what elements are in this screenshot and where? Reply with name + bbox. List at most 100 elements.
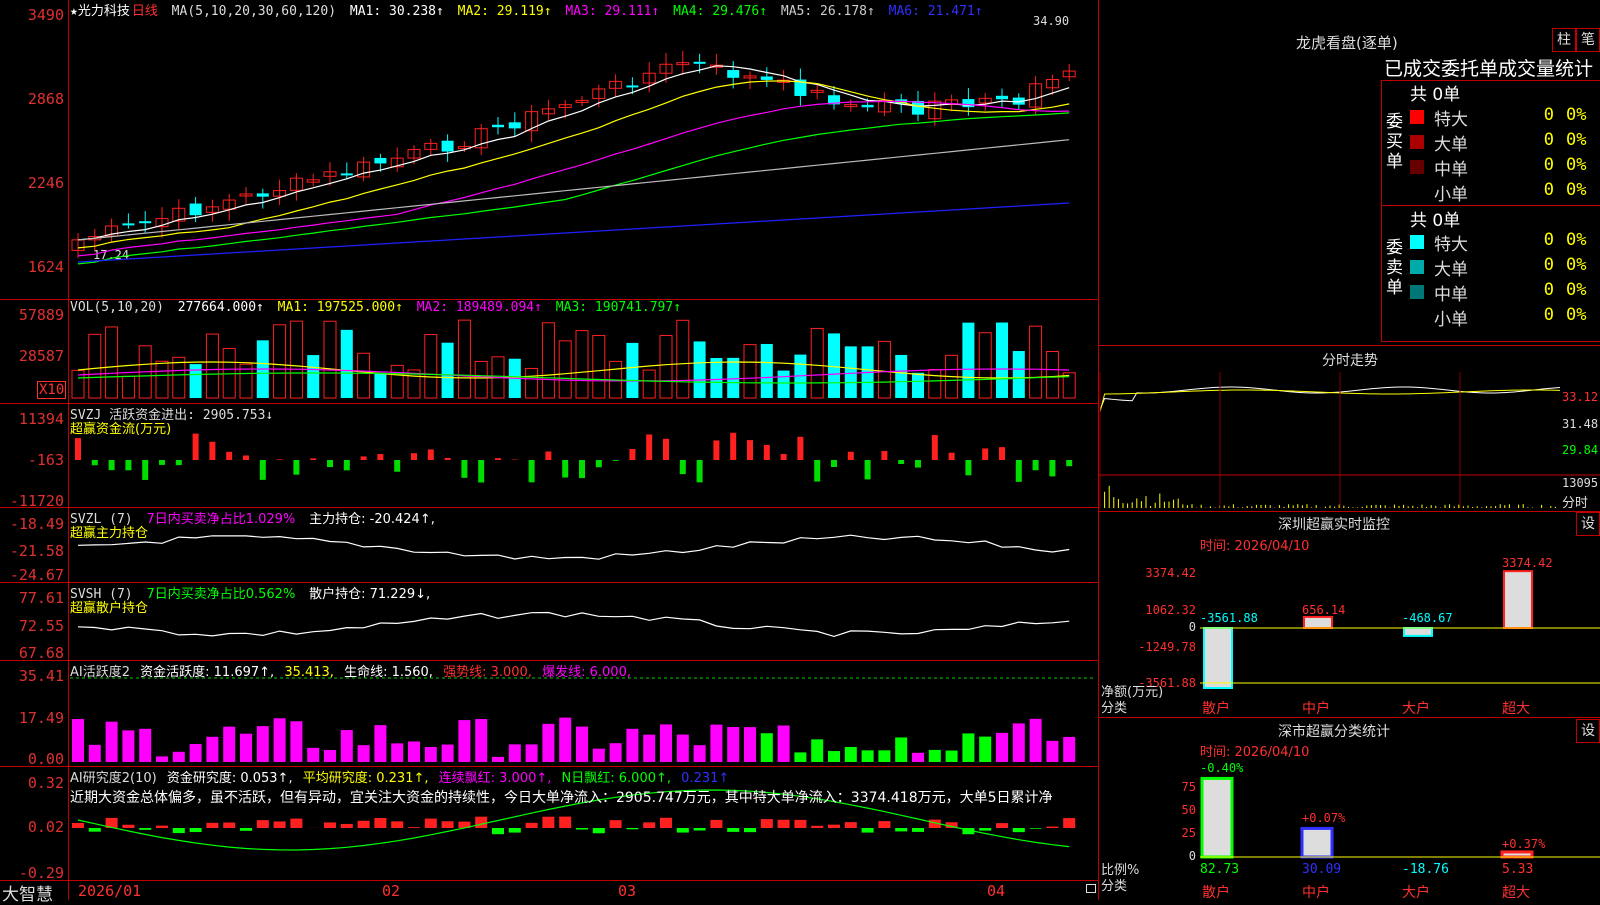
activity-bar <box>492 757 504 762</box>
research-bar <box>408 827 420 828</box>
activity-bar <box>862 750 874 762</box>
candlestick-chart[interactable] <box>0 0 1100 900</box>
svzl-axis-1: -18.49 <box>0 515 64 533</box>
activity-bar <box>223 727 235 762</box>
svzj-axis-3: -11720 <box>0 492 64 510</box>
ai1-axis-3: 0.00 <box>0 750 64 768</box>
volume-bar <box>173 357 185 398</box>
ai2-header: AI研究度2(10) 资金研究度: 0.053↑, 平均研究度: 0.231↑,… <box>70 767 735 786</box>
research-bar <box>72 823 84 828</box>
volume-bar <box>442 343 454 398</box>
research-bar <box>710 820 722 828</box>
fund-flow-bar <box>377 454 383 460</box>
sell-row-xl: 特大00% <box>1406 230 1600 254</box>
volume-bar <box>122 376 134 398</box>
fund-flow-bar <box>713 440 719 460</box>
activity-bar <box>677 735 689 762</box>
sell-xl-count: 0 <box>1534 230 1554 250</box>
longhu-title: 龙虎看盘(逐单) <box>1296 32 1398 53</box>
activity-bar <box>190 744 202 762</box>
buy-m-count: 0 <box>1534 155 1554 175</box>
sz-cat-xl: 超大 <box>1502 698 1530 718</box>
volume-bar <box>475 361 487 398</box>
fund-flow-bar <box>243 455 249 460</box>
research-bar <box>778 820 790 828</box>
svzl-axis-3: -24.67 <box>0 566 64 584</box>
volume-bar <box>694 341 706 398</box>
activity-bar <box>324 750 336 762</box>
activity-bar <box>778 726 790 762</box>
svzj-axis-2: -163 <box>0 451 64 469</box>
volume-bar <box>811 328 823 398</box>
volume-bar <box>374 373 386 398</box>
ai1-axis-2: 17.49 <box>0 709 64 727</box>
activity-bar <box>274 718 286 762</box>
buy-total: 共 0单 <box>1410 80 1460 105</box>
research-bar <box>324 822 336 828</box>
volume-bar <box>576 331 588 398</box>
activity-bar <box>626 729 638 762</box>
volume-bar <box>89 334 101 398</box>
research-bar <box>1046 827 1058 828</box>
sz-monitor-settings-button[interactable]: 设 <box>1576 512 1600 536</box>
order-stats-tabs[interactable]: 已成交委托单成交量统计 <box>1384 54 1593 81</box>
vol-ma1: MA1: 197525.000↑ <box>278 300 403 315</box>
bar-mode-button[interactable]: 柱 <box>1552 28 1576 52</box>
fund-flow-bar <box>361 456 367 460</box>
cat2-value-mid: 30.09 <box>1302 862 1341 877</box>
intraday-title[interactable]: 分时走势 <box>1322 350 1378 370</box>
fund-flow-bar <box>764 445 770 460</box>
candle-body <box>862 105 874 107</box>
activity-bar <box>727 727 739 762</box>
research-bar <box>828 825 840 828</box>
buy-l-swatch <box>1410 135 1424 149</box>
volume-bar <box>677 320 689 398</box>
sz-value-xl: 3374.42 <box>1502 556 1553 570</box>
lock-icon[interactable] <box>1086 884 1096 893</box>
fund-flow-bar <box>932 435 938 460</box>
category-top-border <box>1099 717 1600 718</box>
sell-xl-name: 特大 <box>1434 230 1468 255</box>
activity-bar <box>290 721 302 762</box>
svzj-subheader: 超赢资金流(万元) <box>70 418 177 437</box>
candle-body <box>492 125 504 127</box>
volume-bar <box>290 321 302 398</box>
cat-label-cat: 分类 <box>1101 875 1127 894</box>
sell-l-count: 0 <box>1534 255 1554 275</box>
activity-bar <box>391 743 403 762</box>
cat2-large: 大户 <box>1402 882 1430 902</box>
activity-bar <box>946 751 958 762</box>
sz-category-settings-button[interactable]: 设 <box>1576 719 1600 743</box>
activity-bar <box>156 756 168 762</box>
fund-flow-bar <box>646 434 652 460</box>
candle-body <box>996 96 1008 99</box>
sz-category-time: 时间: 2026/04/10 <box>1200 741 1309 760</box>
sell-row-l: 大单00% <box>1406 255 1600 279</box>
activity-bar <box>458 720 470 762</box>
activity-bar <box>744 727 756 762</box>
candle-body <box>626 85 638 87</box>
research-bar <box>274 821 286 828</box>
research-bar <box>845 822 857 828</box>
activity-bar <box>89 745 101 762</box>
vol-axis-2: 28587 <box>0 347 64 365</box>
activity-bar <box>576 727 588 762</box>
date-label-mar: 03 <box>618 882 636 900</box>
volume-bar <box>341 330 353 398</box>
fund-flow-bar <box>579 460 585 478</box>
buy-xl-count: 0 <box>1534 105 1554 125</box>
ai1-p2: 35.413, <box>284 665 334 680</box>
fund-flow-bar <box>394 460 400 472</box>
order-panel-bottom <box>1381 341 1600 342</box>
sell-s-count: 0 <box>1534 305 1554 325</box>
pen-mode-button[interactable]: 笔 <box>1576 28 1600 52</box>
research-bar <box>374 818 386 828</box>
buy-s-name: 小单 <box>1434 180 1468 205</box>
candle-body <box>257 193 269 196</box>
activity-bar <box>593 749 605 762</box>
ai2-p3: 连续飘红: 3.000↑, <box>439 771 552 786</box>
activity-bar <box>559 718 571 762</box>
fund-flow-bar <box>461 460 467 478</box>
research-bar <box>223 823 235 828</box>
ai1-axis-1: 35.41 <box>0 667 64 685</box>
